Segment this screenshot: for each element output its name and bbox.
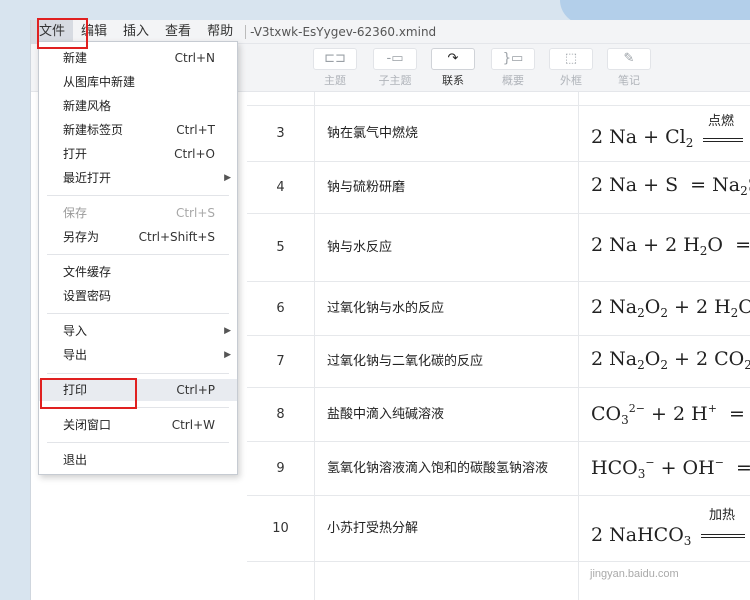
equation-cell: 2 Na + S = Na2S [591,174,750,198]
reaction-name: 小苏打受热分解 [315,496,579,561]
toolbar-summary-button[interactable]: }▭ 概要 [487,44,539,92]
shortcut-label: Ctrl+N [174,51,215,65]
row-number: 3 [247,106,315,161]
table-row-partial [247,92,750,106]
menu-item-file-cache[interactable]: 文件缓存 [39,261,237,283]
table-row[interactable]: 6 过氧化钠与水的反应 2 Na2O2 + 2 H2O [247,282,750,336]
subtopic-icon: -▭ [373,48,417,70]
shortcut-label: Ctrl+T [176,123,215,137]
equation-cell: 2 Na2O2 + 2 CO2 [591,348,750,372]
toolbar-topic-label: 主题 [324,74,346,87]
topic-icon: ⊏⊐ [313,48,357,70]
table-row[interactable]: 5 钠与水反应 2 Na + 2 H2O = [247,214,750,282]
submenu-arrow-icon: ▶ [224,173,231,183]
toolbar-summary-label: 概要 [502,74,524,87]
equation-cell: CO32− + 2 H+ = [591,402,745,427]
menu-item-new-tab[interactable]: 新建标签页 Ctrl+T [39,119,237,141]
shortcut-label: Ctrl+W [171,418,215,432]
toolbar-subtopic-button[interactable]: -▭ 子主题 [369,44,421,92]
equation-cell: 2 Na + Cl2 点燃 [591,106,750,161]
toolbar-topic-button[interactable]: ⊏⊐ 主题 [309,44,361,92]
reaction-name: 氢氧化钠溶液滴入饱和的碳酸氢钠溶液 [315,442,579,495]
row-number: 7 [247,336,315,387]
menu-separator [47,373,229,374]
table-row[interactable]: 8 盐酸中滴入纯碱溶液 CO32− + 2 H+ = [247,388,750,442]
table-row[interactable]: 3 钠在氯气中燃烧 2 Na + Cl2 点燃 [247,106,750,162]
table-row[interactable]: 4 钠与硫粉研磨 2 Na + S = Na2S [247,162,750,214]
reaction-condition: 加热 [709,507,736,522]
file-menu-dropdown: 新建 Ctrl+N 从图库中新建 新建风格 新建标签页 Ctrl+T 打开 Ctrl+… [38,41,238,475]
reaction-name: 钠与水反应 [315,214,579,281]
menu-help[interactable]: 帮助 [199,20,241,44]
toolbar-relationship-label: 联系 [442,74,464,87]
reaction-name: 盐酸中滴入纯碱溶液 [315,388,579,441]
row-number: 6 [247,282,315,335]
toolbar-note-label: 笔记 [618,74,640,87]
menu-separator [47,313,229,314]
menu-item-new[interactable]: 新建 Ctrl+N [39,47,237,69]
shortcut-label: Ctrl+P [176,383,215,397]
menu-divider [245,24,247,39]
row-number: 9 [247,442,315,495]
shortcut-label: Ctrl+S [175,206,215,220]
summary-icon: }▭ [491,48,535,70]
watermark: jingyan.baidu.com [590,568,679,580]
submenu-arrow-icon: ▶ [224,326,231,336]
reaction-name: 过氧化钠与二氧化碳的反应 [315,336,579,387]
menu-separator [47,195,229,196]
shortcut-label: Ctrl+O [174,147,215,161]
menu-item-import[interactable]: 导入 ▶ [39,320,237,342]
toolbar-note-button[interactable]: ✎ 笔记 [603,44,655,92]
table-row[interactable]: 10 小苏打受热分解 2 NaHCO3 加热 [247,496,750,562]
boundary-icon: ⬚ [549,48,593,70]
shortcut-label: Ctrl+Shift+S [138,230,215,244]
highlight-box-file-menu [37,18,88,49]
row-number: 10 [247,496,315,561]
equation-cell: HCO3− + OH− = [591,456,750,481]
reaction-name: 过氧化钠与水的反应 [315,282,579,335]
table-row[interactable]: 7 过氧化钠与二氧化碳的反应 2 Na2O2 + 2 CO2 [247,336,750,388]
toolbar-relationship-button[interactable]: ↷ 联系 [427,44,479,92]
equation-cell: 2 Na2O2 + 2 H2O [591,296,750,320]
toolbar-subtopic-label: 子主题 [378,74,412,87]
menu-item-save-as[interactable]: 另存为 Ctrl+Shift+S [39,226,237,248]
menu-item-open[interactable]: 打开 Ctrl+O [39,143,237,165]
equals-sign [701,534,745,538]
menu-view[interactable]: 查看 [157,20,199,44]
row-number: 8 [247,388,315,441]
reaction-condition: 点燃 [708,113,735,128]
note-icon: ✎ [607,48,651,70]
menu-item-new-style[interactable]: 新建风格 [39,95,237,117]
document-title: -V3txwk-EsYygev-62360.xmind [250,24,437,39]
menu-item-recent[interactable]: 最近打开 ▶ [39,167,237,189]
equals-sign [703,138,743,142]
menu-item-set-password[interactable]: 设置密码 [39,285,237,307]
menu-item-new-from-gallery[interactable]: 从图库中新建 [39,71,237,93]
toolbar-boundary-button[interactable]: ⬚ 外框 [545,44,597,92]
menu-item-exit[interactable]: 退出 [39,449,237,471]
equation-table: 3 钠在氯气中燃烧 2 Na + Cl2 点燃 4 钠与硫粉研磨 2 Na + … [247,92,750,600]
reaction-name: 钠与硫粉研磨 [315,162,579,213]
table-row[interactable]: 9 氢氧化钠溶液滴入饱和的碳酸氢钠溶液 HCO3− + OH− = [247,442,750,496]
submenu-arrow-icon: ▶ [224,350,231,360]
equation-cell: 2 NaHCO3 加热 [591,496,750,561]
row-number: 4 [247,162,315,213]
row-number: 5 [247,214,315,281]
toolbar-boundary-label: 外框 [560,74,582,87]
menu-separator [47,254,229,255]
reaction-name: 钠在氯气中燃烧 [315,106,579,161]
equation-cell: 2 Na + 2 H2O = [591,234,750,258]
menu-item-close-window[interactable]: 关闭窗口 Ctrl+W [39,414,237,436]
menu-separator [47,442,229,443]
menu-insert[interactable]: 插入 [115,20,157,44]
highlight-box-print [40,378,137,409]
menu-item-export[interactable]: 导出 ▶ [39,344,237,366]
relationship-icon: ↷ [431,48,475,70]
menu-item-save[interactable]: 保存 Ctrl+S [39,202,237,224]
